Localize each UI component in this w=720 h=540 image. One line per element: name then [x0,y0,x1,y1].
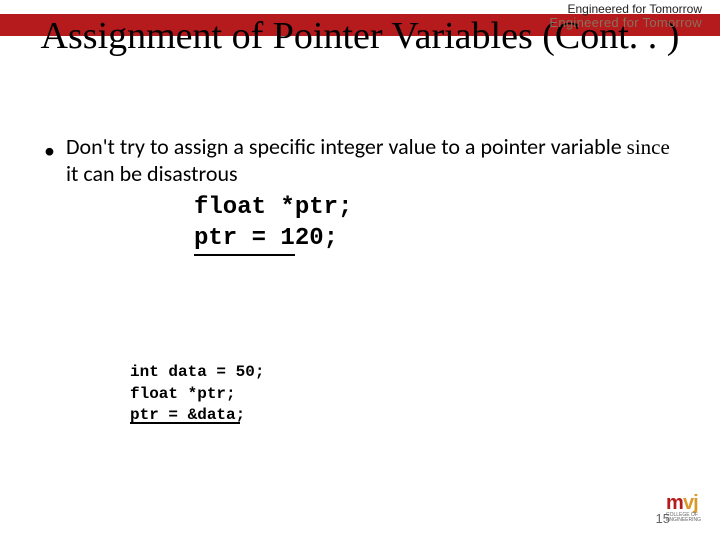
tagline-shadow: Engineered for Tomorrow [549,15,702,30]
code-example-line2: float *ptr; [130,384,264,406]
bullet-lead: Don't try to assign a specific integer v… [66,133,627,160]
code-underline: ptr = 1 [194,223,295,256]
code-main: float *ptr; ptr = 120; [194,192,684,256]
code-example-underline [130,422,240,424]
logo: m vj COLLEGE OF ENGINEERING [660,490,718,536]
code-main-line1: float *ptr; [194,192,684,223]
code-main-line2b: 20; [295,225,338,252]
code-example-line1: int data = 50; [130,362,264,384]
logo-sub: COLLEGE OF ENGINEERING [666,513,701,523]
bullet-rest: it can be disastrous [66,160,238,187]
bullet-block: • Don't try to assign a specific integer… [36,134,684,256]
code-main-line2: ptr = 120; [194,223,684,256]
bullet-dot: • [44,138,55,165]
logo-sub2: ENGINEERING [666,518,701,523]
bullet-text: Don't try to assign a specific integer v… [66,134,684,188]
bullet-since: since [627,135,670,159]
tagline-top: Engineered for Tomorrow [567,2,702,16]
code-example: int data = 50; float *ptr; ptr = &data; [130,362,264,427]
